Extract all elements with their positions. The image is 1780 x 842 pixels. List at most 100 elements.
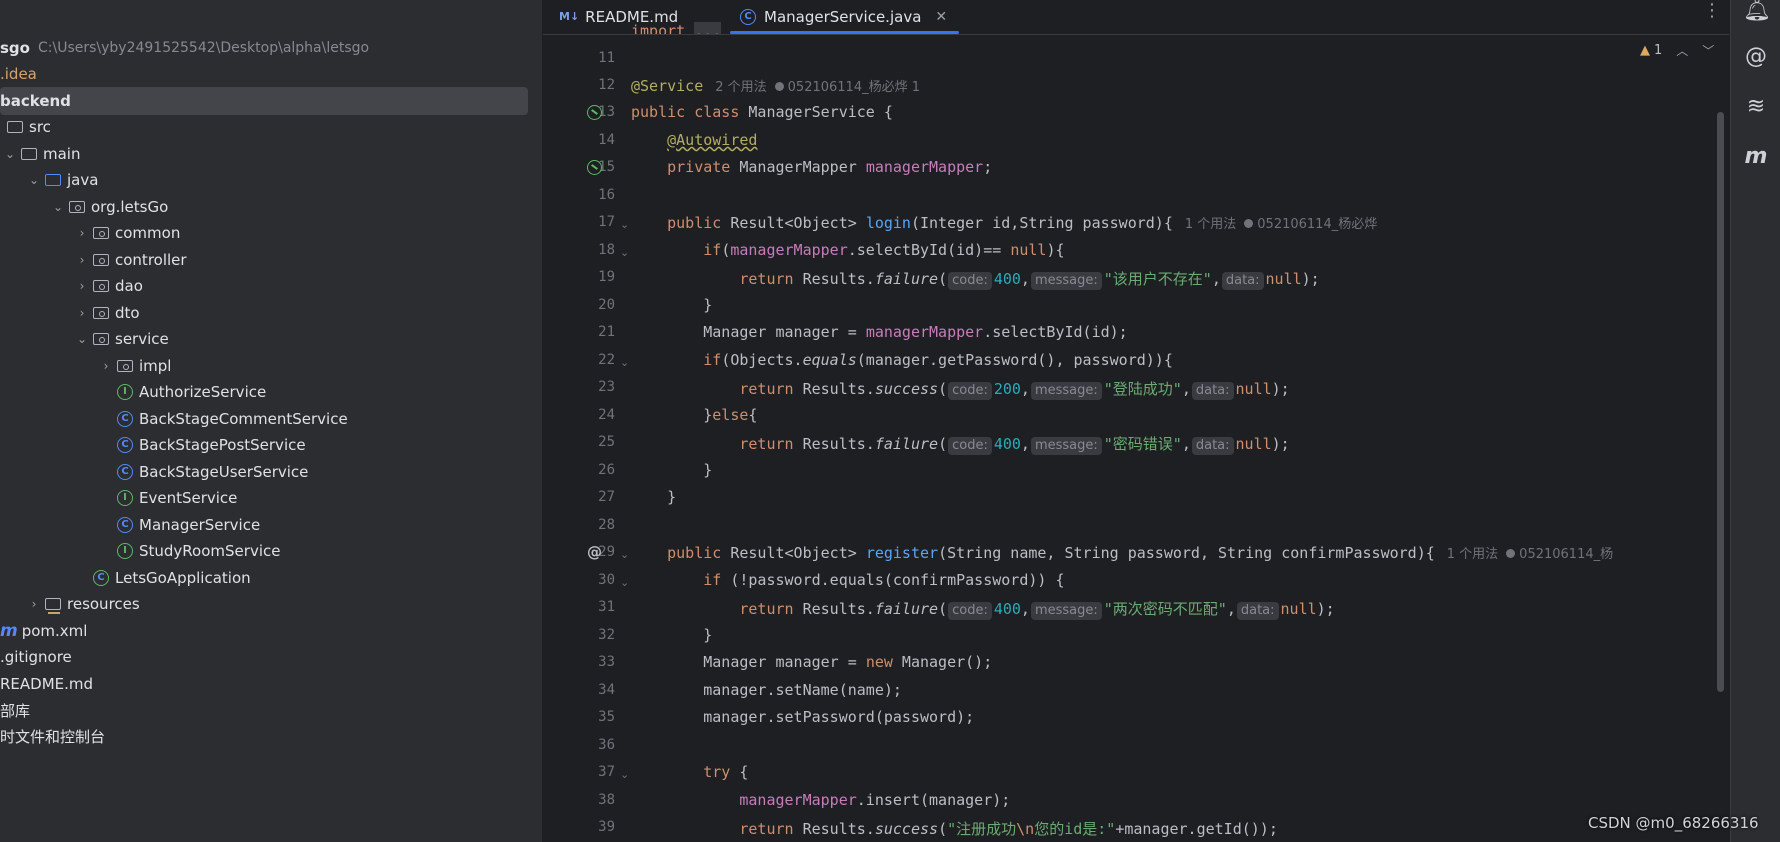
tree-item-gitignore[interactable]: .gitignore bbox=[0, 643, 528, 671]
code-line-24[interactable]: }else{ bbox=[631, 406, 757, 424]
string-literal: "两次密码不匹配" bbox=[1103, 600, 1227, 618]
tree-item-backstagecommentservice[interactable]: C BackStageCommentService bbox=[0, 405, 542, 433]
warning-count: 1 bbox=[1654, 43, 1663, 58]
tree-item-resources[interactable]: › resources bbox=[0, 590, 542, 618]
spring-class-icon: C bbox=[92, 569, 110, 587]
source-folder-icon bbox=[44, 171, 62, 189]
line-number: 31 bbox=[598, 599, 615, 615]
code-line-38[interactable]: managerMapper.insert(manager); bbox=[631, 791, 1010, 809]
tree-item-letsgoapplication[interactable]: C LetsGoApplication bbox=[0, 564, 542, 592]
fold-chevron-icon[interactable]: ⌄ bbox=[620, 218, 629, 231]
author-hint[interactable]: 052106114_杨必烨 bbox=[1257, 217, 1377, 232]
chevron-right-icon[interactable]: › bbox=[98, 359, 114, 373]
tab-managerservice[interactable]: C ManagerService.java ✕ bbox=[730, 0, 960, 34]
code-line-26[interactable]: } bbox=[631, 461, 712, 479]
chevron-down-icon[interactable]: ⌄ bbox=[26, 173, 42, 187]
tree-item-src[interactable]: src bbox=[0, 113, 532, 141]
tree-item-studyroomservice[interactable]: I StudyRoomService bbox=[0, 537, 542, 565]
tree-item-dto[interactable]: › dto bbox=[0, 299, 542, 327]
tree-item-backstagepostservice[interactable]: C BackStagePostService bbox=[0, 431, 542, 459]
code-line-22[interactable]: if(Objects.equals(manager.getPassword(),… bbox=[631, 351, 1173, 369]
fold-chevron-icon[interactable]: ⌄ bbox=[620, 246, 629, 259]
maven-icon[interactable]: m bbox=[1743, 144, 1769, 170]
annotation-at-icon[interactable]: @ bbox=[587, 543, 603, 561]
tree-item-org-letsgo[interactable]: ⌄ org.letsGo bbox=[0, 193, 542, 221]
code-line-33[interactable]: Manager manager = new Manager(); bbox=[631, 653, 992, 671]
usages-hint[interactable]: 1 个用法 bbox=[1447, 547, 1498, 562]
chevron-up-icon[interactable]: ︿ bbox=[1676, 42, 1688, 59]
tree-item-impl[interactable]: › impl bbox=[0, 352, 542, 380]
code-line-12[interactable]: @Service 2 个用法 052106114_杨必烨 1 bbox=[631, 76, 920, 95]
chevron-right-icon[interactable]: › bbox=[74, 226, 90, 240]
chevron-down-icon[interactable]: ⌄ bbox=[2, 147, 18, 161]
chevron-right-icon[interactable]: › bbox=[26, 597, 42, 611]
tree-item-java[interactable]: ⌄ java bbox=[0, 166, 542, 194]
tree-item-controller[interactable]: › controller bbox=[0, 246, 542, 274]
code-line-25[interactable]: return Results.failure(code: 400, message:… bbox=[631, 433, 1290, 455]
tree-item-eventservice[interactable]: I EventService bbox=[0, 484, 542, 512]
line-number: 16 bbox=[598, 187, 615, 203]
tree-root[interactable]: sgo C:\Users\yby2491525542\Desktop\alpha… bbox=[0, 34, 528, 62]
fold-chevron-icon[interactable]: ⌄ bbox=[620, 576, 629, 589]
author-hint[interactable]: 052106114_杨必烨 1 bbox=[788, 80, 920, 95]
chevron-right-icon[interactable]: › bbox=[74, 253, 90, 267]
tree-item-readme[interactable]: README.md bbox=[0, 670, 528, 698]
code-line-18[interactable]: if(managerMapper.selectById(id)== null){ bbox=[631, 241, 1064, 259]
code-line-21[interactable]: Manager manager = managerMapper.selectBy… bbox=[631, 323, 1127, 341]
code-line-37[interactable]: try { bbox=[631, 763, 748, 781]
tree-item-managerservice[interactable]: C ManagerService bbox=[0, 511, 542, 539]
tree-item-external-libraries[interactable]: 部库 bbox=[0, 696, 528, 724]
tree-item-service[interactable]: ⌄ service bbox=[0, 325, 542, 353]
chevron-down-icon[interactable]: ﹀ bbox=[1702, 42, 1714, 59]
inspection-widget[interactable]: ▲ 1 ︿ ﹀ bbox=[1640, 42, 1714, 59]
notifications-bell-icon[interactable]: 🔔︎ bbox=[1743, 0, 1771, 24]
fold-chevron-icon[interactable]: ⌄ bbox=[620, 548, 629, 561]
close-icon[interactable]: ✕ bbox=[935, 9, 947, 25]
code-line-29[interactable]: public Result<Object> register(String na… bbox=[631, 543, 1717, 562]
tree-item-dao[interactable]: › dao bbox=[0, 272, 542, 300]
tree-item-backstageuserservice[interactable]: C BackStageUserService bbox=[0, 458, 542, 486]
code-line-20[interactable]: } bbox=[631, 296, 712, 314]
database-icon[interactable]: ≋ bbox=[1743, 94, 1769, 120]
usages-hint[interactable]: 2 个用法 bbox=[715, 80, 766, 95]
code-line-19[interactable]: return Results.failure(code: 400, message:… bbox=[631, 268, 1320, 290]
line-number: 32 bbox=[598, 627, 615, 643]
chevron-down-icon[interactable]: ⌄ bbox=[74, 332, 90, 346]
tree-item-common[interactable]: › common bbox=[0, 219, 542, 247]
code-line-14[interactable]: @Autowired bbox=[631, 131, 757, 149]
more-options-icon[interactable]: ⋮ bbox=[1703, 0, 1721, 21]
tree-item-pom[interactable]: m pom.xml bbox=[0, 617, 528, 645]
tree-item-authorizeservice[interactable]: I AuthorizeService bbox=[0, 378, 542, 406]
code-line-15[interactable]: private ManagerMapper managerMapper; bbox=[631, 158, 992, 176]
usages-hint[interactable]: 1 个用法 bbox=[1185, 217, 1236, 232]
code-line-34[interactable]: manager.setName(name); bbox=[631, 681, 902, 699]
code-line-23[interactable]: return Results.success(code: 200, message:… bbox=[631, 378, 1290, 400]
tree-item-scratches[interactable]: 时文件和控制台 bbox=[0, 722, 528, 750]
code-line-32[interactable]: } bbox=[631, 626, 712, 644]
chevron-right-icon[interactable]: › bbox=[74, 279, 90, 293]
ai-assistant-icon[interactable]: @ bbox=[1743, 44, 1769, 70]
fold-chevron-icon[interactable]: ⌄ bbox=[620, 356, 629, 369]
param-hint: code: bbox=[948, 602, 992, 620]
tree-item-main[interactable]: ⌄ main bbox=[0, 140, 530, 168]
author-hint[interactable]: 052106114_杨 bbox=[1519, 547, 1613, 562]
code-line-35[interactable]: manager.setPassword(password); bbox=[631, 708, 974, 726]
package-icon bbox=[92, 304, 110, 322]
tree-item-label: src bbox=[29, 118, 51, 136]
chevron-down-icon[interactable]: ⌄ bbox=[50, 200, 66, 214]
code-line-39[interactable]: return Results.success("注册成功\n您的id是:"+ma… bbox=[631, 818, 1278, 839]
tree-item-idea[interactable]: .idea bbox=[0, 60, 528, 88]
line-number: 25 bbox=[598, 434, 615, 450]
code-line-13[interactable]: public class ManagerService { bbox=[631, 103, 893, 121]
package-icon bbox=[116, 357, 134, 375]
code-line-17[interactable]: public Result<Object> login(Integer id,S… bbox=[631, 213, 1377, 232]
fold-chevron-icon[interactable]: ⌄ bbox=[620, 768, 629, 781]
vertical-scrollbar[interactable] bbox=[1717, 112, 1724, 692]
code-line-30[interactable]: if (!password.equals(confirmPassword)) { bbox=[631, 571, 1064, 589]
code-line-31[interactable]: return Results.failure(code: 400, message:… bbox=[631, 598, 1335, 620]
chevron-right-icon[interactable]: › bbox=[74, 306, 90, 320]
tree-item-backend[interactable]: backend bbox=[0, 87, 528, 115]
spring-bean-icon[interactable] bbox=[587, 105, 603, 121]
code-line-27[interactable]: } bbox=[631, 488, 676, 506]
spring-bean-icon[interactable] bbox=[587, 160, 603, 176]
